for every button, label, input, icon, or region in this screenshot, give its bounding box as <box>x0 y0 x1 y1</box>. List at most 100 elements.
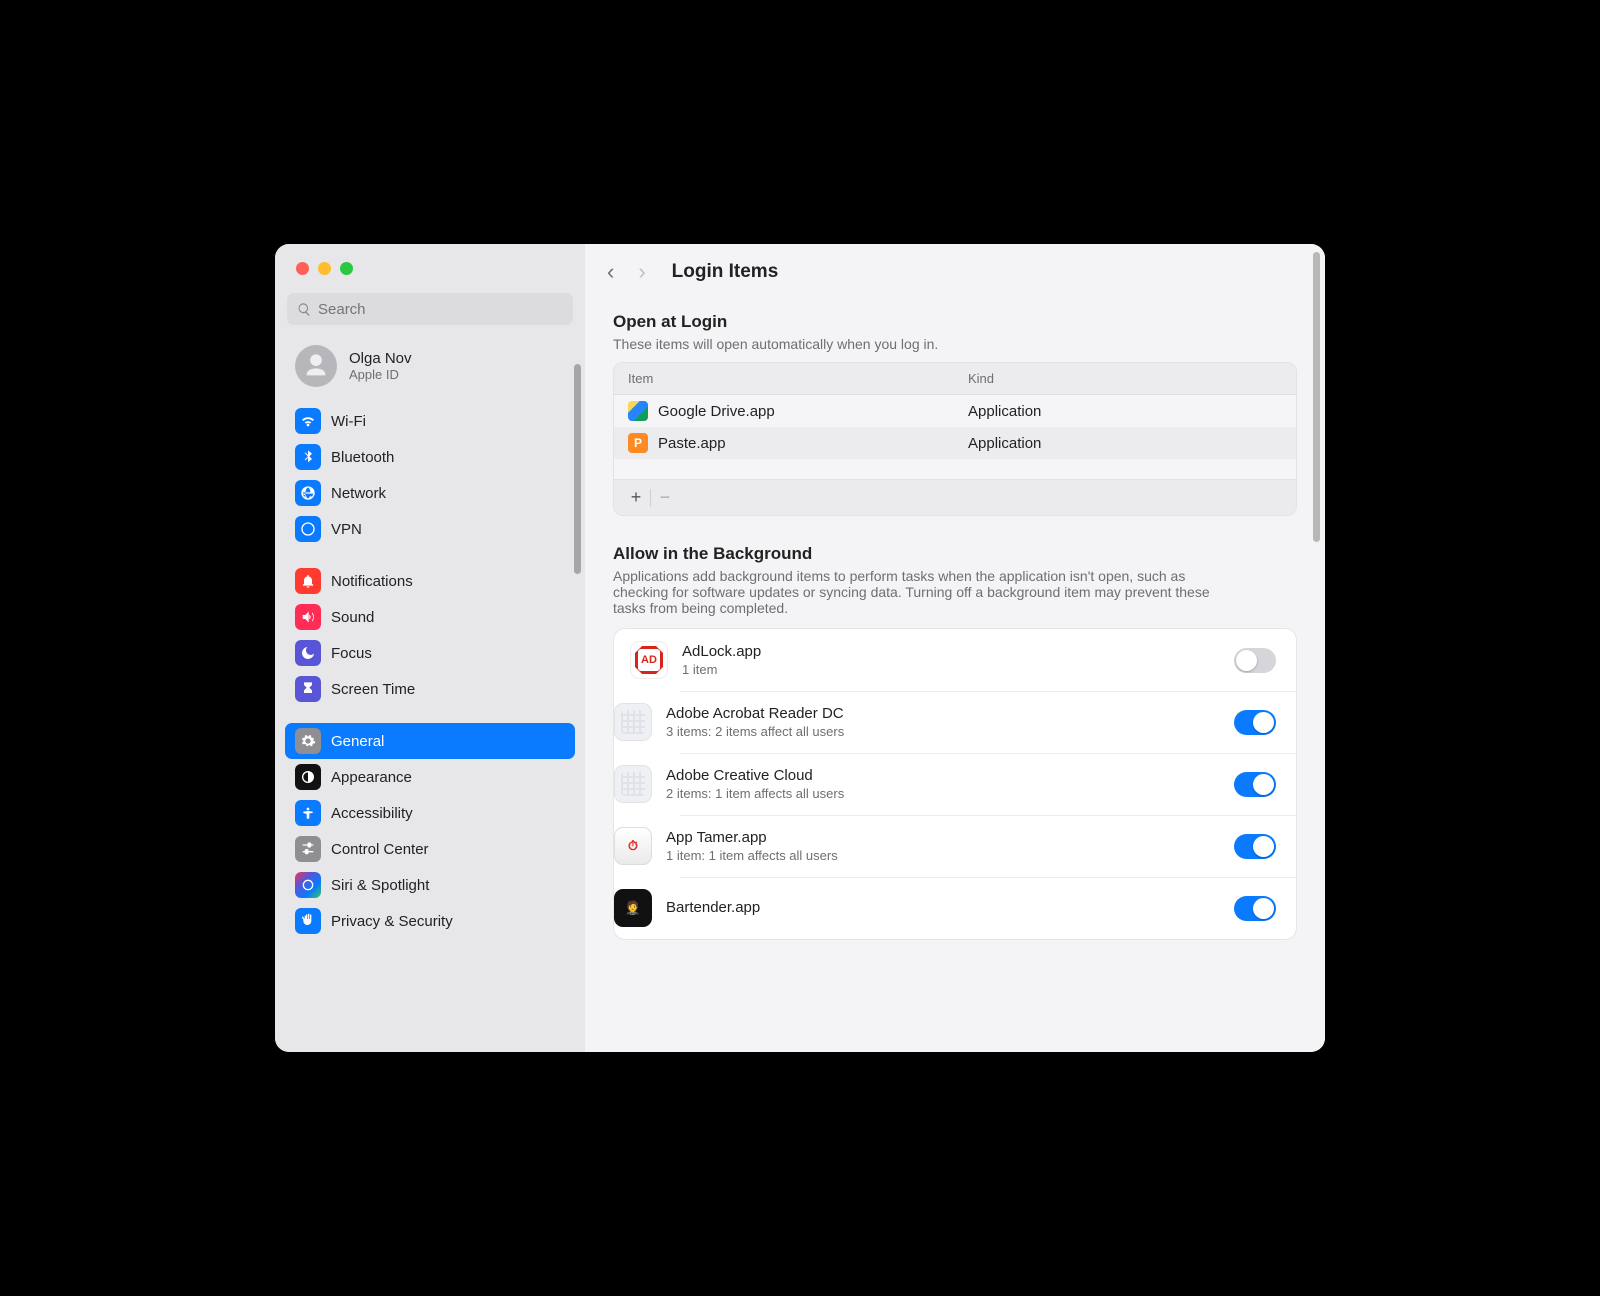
search-icon <box>297 302 312 317</box>
back-button[interactable]: ‹ <box>607 261 614 283</box>
avatar <box>295 345 337 387</box>
sidebar-item-privacy[interactable]: Privacy & Security <box>285 903 575 939</box>
sidebar-item-screentime[interactable]: Screen Time <box>285 671 575 707</box>
open-login-heading: Open at Login <box>613 312 1297 332</box>
sidebar-item-sound[interactable]: Sound <box>285 599 575 635</box>
generic-app-icon <box>614 703 652 741</box>
sidebar-label: Wi-Fi <box>331 413 366 430</box>
sidebar-label: Notifications <box>331 573 413 590</box>
vpn-icon <box>295 516 321 542</box>
sidebar-label: General <box>331 733 384 750</box>
sidebar-item-siri[interactable]: Siri & Spotlight <box>285 867 575 903</box>
sidebar-item-wifi[interactable]: Wi-Fi <box>285 403 575 439</box>
background-list: AD AdLock.app 1 item Adobe Acrobat Reade… <box>613 628 1297 940</box>
content: Open at Login These items will open auto… <box>585 300 1325 1052</box>
sidebar-item-appearance[interactable]: Appearance <box>285 759 575 795</box>
speaker-icon <box>295 604 321 630</box>
bluetooth-icon <box>295 444 321 470</box>
toolbar: ‹ › Login Items <box>585 244 1325 300</box>
paste-icon: P <box>628 433 648 453</box>
bg-toggle[interactable] <box>1234 648 1276 673</box>
wifi-icon <box>295 408 321 434</box>
close-window[interactable] <box>296 262 309 275</box>
login-table: Item Kind Google Drive.app Application P <box>613 362 1297 516</box>
sidebar-item-bluetooth[interactable]: Bluetooth <box>285 439 575 475</box>
bg-sub: 2 items: 1 item affects all users <box>666 786 1220 801</box>
sidebar-label: Siri & Spotlight <box>331 877 429 894</box>
sidebar-item-accessibility[interactable]: Accessibility <box>285 795 575 831</box>
bg-name: Adobe Acrobat Reader DC <box>666 705 1220 722</box>
sidebar-label: VPN <box>331 521 362 538</box>
background-sub: Applications add background items to per… <box>613 568 1233 616</box>
bg-toggle[interactable] <box>1234 834 1276 859</box>
bg-item: AD AdLock.app 1 item <box>614 629 1296 691</box>
login-row-empty <box>614 459 1296 479</box>
sliders-icon <box>295 836 321 862</box>
account-row[interactable]: Olga Nov Apple ID <box>275 337 585 403</box>
search-input[interactable] <box>318 301 563 318</box>
login-table-footer: + − <box>614 479 1296 515</box>
main-panel: ‹ › Login Items Open at Login These item… <box>585 244 1325 1052</box>
main-scrollbar[interactable] <box>1313 252 1320 542</box>
search-field[interactable] <box>287 293 573 325</box>
bg-sub: 1 item <box>682 662 1220 677</box>
sidebar-item-focus[interactable]: Focus <box>285 635 575 671</box>
apptamer-icon: ⏱ <box>614 827 652 865</box>
bg-item: 🤵 Bartender.app <box>614 877 1296 939</box>
login-row-kind: Application <box>968 435 1041 452</box>
bartender-icon: 🤵 <box>614 889 652 927</box>
nav-arrows: ‹ › <box>607 261 646 283</box>
sidebar-label: Sound <box>331 609 374 626</box>
bg-sub: 1 item: 1 item affects all users <box>666 848 1220 863</box>
sidebar-item-general[interactable]: General <box>285 723 575 759</box>
siri-icon <box>295 872 321 898</box>
accessibility-icon <box>295 800 321 826</box>
sidebar-item-controlcenter[interactable]: Control Center <box>285 831 575 867</box>
sidebar-scrollbar[interactable] <box>574 364 581 574</box>
bg-name: Adobe Creative Cloud <box>666 767 1220 784</box>
bg-toggle[interactable] <box>1234 896 1276 921</box>
person-icon <box>302 352 330 380</box>
page-title: Login Items <box>672 261 779 283</box>
appearance-icon <box>295 764 321 790</box>
sidebar-item-notifications[interactable]: Notifications <box>285 563 575 599</box>
sidebar-label: Focus <box>331 645 372 662</box>
sidebar-item-network[interactable]: Network <box>285 475 575 511</box>
sidebar: Olga Nov Apple ID Wi-Fi Bluetooth Networ… <box>275 244 585 1052</box>
generic-app-icon <box>614 765 652 803</box>
bg-toggle[interactable] <box>1234 772 1276 797</box>
login-row-name: Paste.app <box>658 435 726 452</box>
sidebar-label: Bluetooth <box>331 449 394 466</box>
adlock-icon: AD <box>630 641 668 679</box>
col-kind: Kind <box>968 371 994 386</box>
moon-icon <box>295 640 321 666</box>
globe-icon <box>295 480 321 506</box>
remove-login-item[interactable]: − <box>651 484 679 512</box>
sidebar-label: Privacy & Security <box>331 913 453 930</box>
sidebar-item-vpn[interactable]: VPN <box>285 511 575 547</box>
window-controls <box>275 262 585 275</box>
minimize-window[interactable] <box>318 262 331 275</box>
sidebar-label: Accessibility <box>331 805 413 822</box>
zoom-window[interactable] <box>340 262 353 275</box>
sidebar-label: Control Center <box>331 841 429 858</box>
account-name: Olga Nov <box>349 350 412 367</box>
login-table-head: Item Kind <box>614 363 1296 395</box>
open-login-sub: These items will open automatically when… <box>613 336 1297 352</box>
bell-icon <box>295 568 321 594</box>
sidebar-label: Screen Time <box>331 681 415 698</box>
login-row-kind: Application <box>968 403 1041 420</box>
sidebar-label: Network <box>331 485 386 502</box>
login-row[interactable]: P Paste.app Application <box>614 427 1296 459</box>
account-sub: Apple ID <box>349 367 412 382</box>
bg-item: Adobe Creative Cloud 2 items: 1 item aff… <box>614 753 1296 815</box>
forward-button[interactable]: › <box>638 261 645 283</box>
bg-name: App Tamer.app <box>666 829 1220 846</box>
bg-toggle[interactable] <box>1234 710 1276 735</box>
settings-window: Olga Nov Apple ID Wi-Fi Bluetooth Networ… <box>275 244 1325 1052</box>
bg-item: ⏱ App Tamer.app 1 item: 1 item affects a… <box>614 815 1296 877</box>
gear-icon <box>295 728 321 754</box>
add-login-item[interactable]: + <box>622 484 650 512</box>
login-row[interactable]: Google Drive.app Application <box>614 395 1296 427</box>
bg-item: Adobe Acrobat Reader DC 3 items: 2 items… <box>614 691 1296 753</box>
